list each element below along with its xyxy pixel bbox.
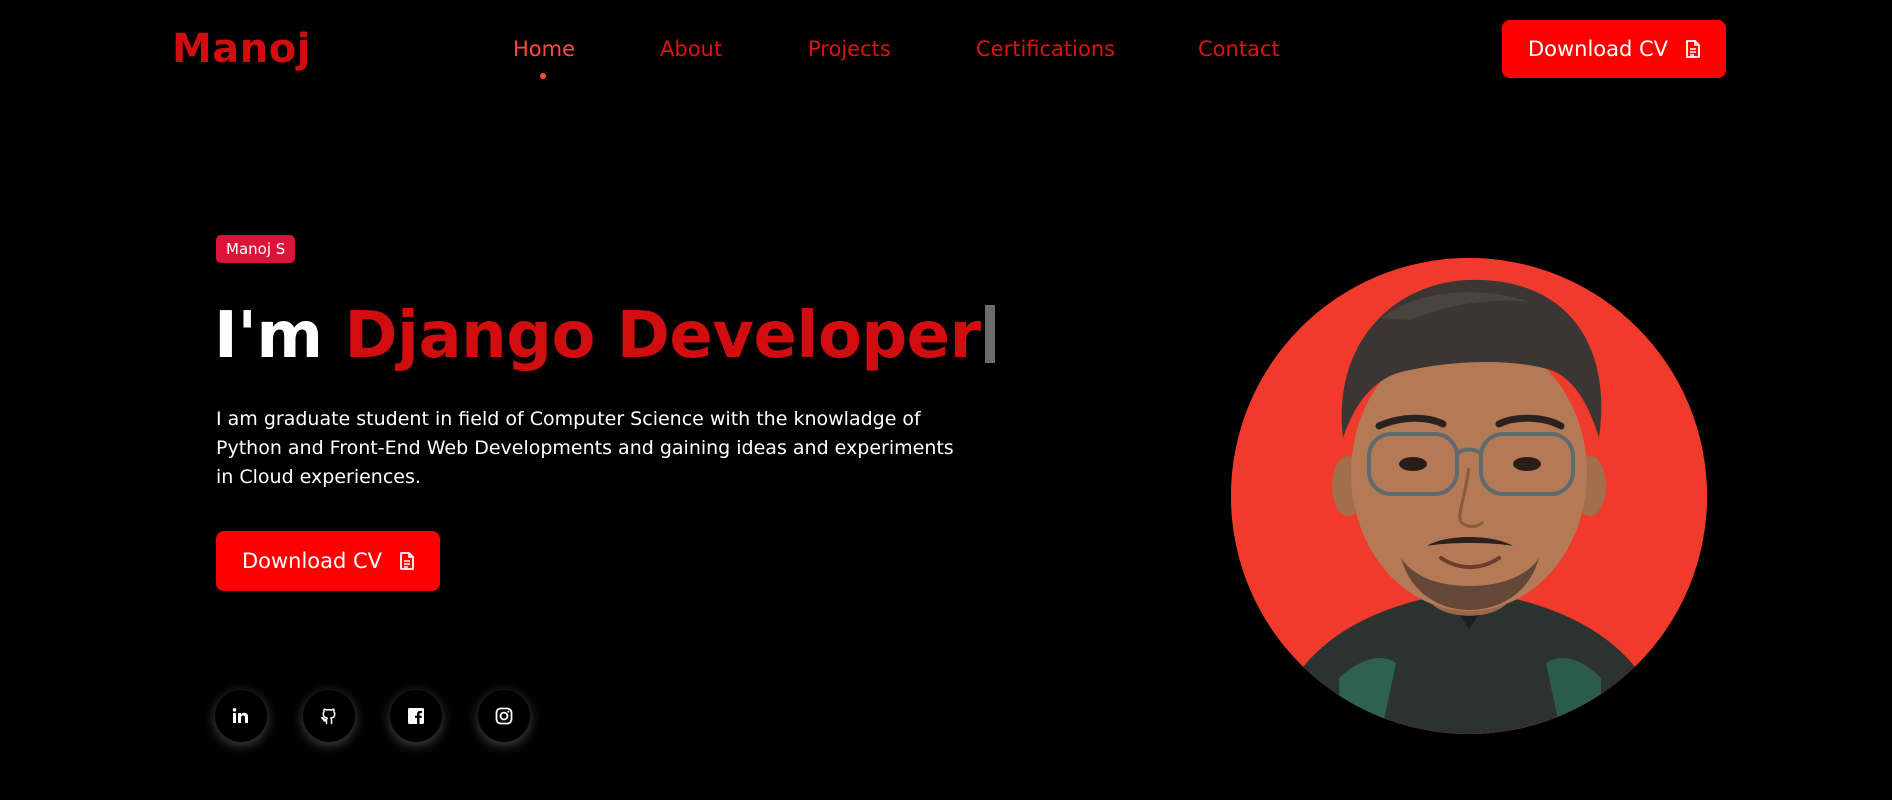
hero-headline: I'm Django Developer [214, 296, 995, 376]
nav-home[interactable]: Home [513, 34, 575, 64]
nav-projects[interactable]: Projects [808, 34, 891, 64]
typing-caret [984, 305, 995, 363]
facebook-link[interactable] [390, 690, 442, 742]
document-icon [1686, 40, 1700, 58]
instagram-link[interactable] [478, 690, 530, 742]
headline-role: Django Developer [344, 299, 981, 373]
download-cv-label: Download CV [1527, 37, 1669, 61]
headline-lead: I'm [214, 299, 345, 373]
hero-download-cv-button[interactable]: Download CV [216, 531, 440, 591]
nav-about[interactable]: About [660, 34, 722, 64]
github-icon [321, 708, 336, 725]
profile-photo [1231, 258, 1707, 734]
document-icon [400, 552, 414, 570]
active-nav-indicator [540, 73, 546, 79]
instagram-icon [495, 707, 513, 725]
nav-contact[interactable]: Contact [1198, 34, 1280, 64]
github-link[interactable] [303, 690, 355, 742]
linkedin-icon [232, 708, 248, 723]
header-download-cv-button[interactable]: Download CV [1502, 20, 1726, 78]
facebook-icon [408, 708, 424, 724]
page: Manoj Home About Projects Certifications… [0, 0, 1892, 800]
person-portrait-illustration [1231, 258, 1707, 734]
name-badge: Manoj S [216, 235, 296, 263]
nav-certifications[interactable]: Certifications [976, 34, 1115, 64]
hero-description: I am graduate student in field of Comput… [216, 408, 954, 488]
site-logo[interactable]: Manoj [172, 22, 311, 76]
linkedin-link[interactable] [215, 690, 267, 742]
download-cv-label: Download CV [241, 549, 383, 573]
